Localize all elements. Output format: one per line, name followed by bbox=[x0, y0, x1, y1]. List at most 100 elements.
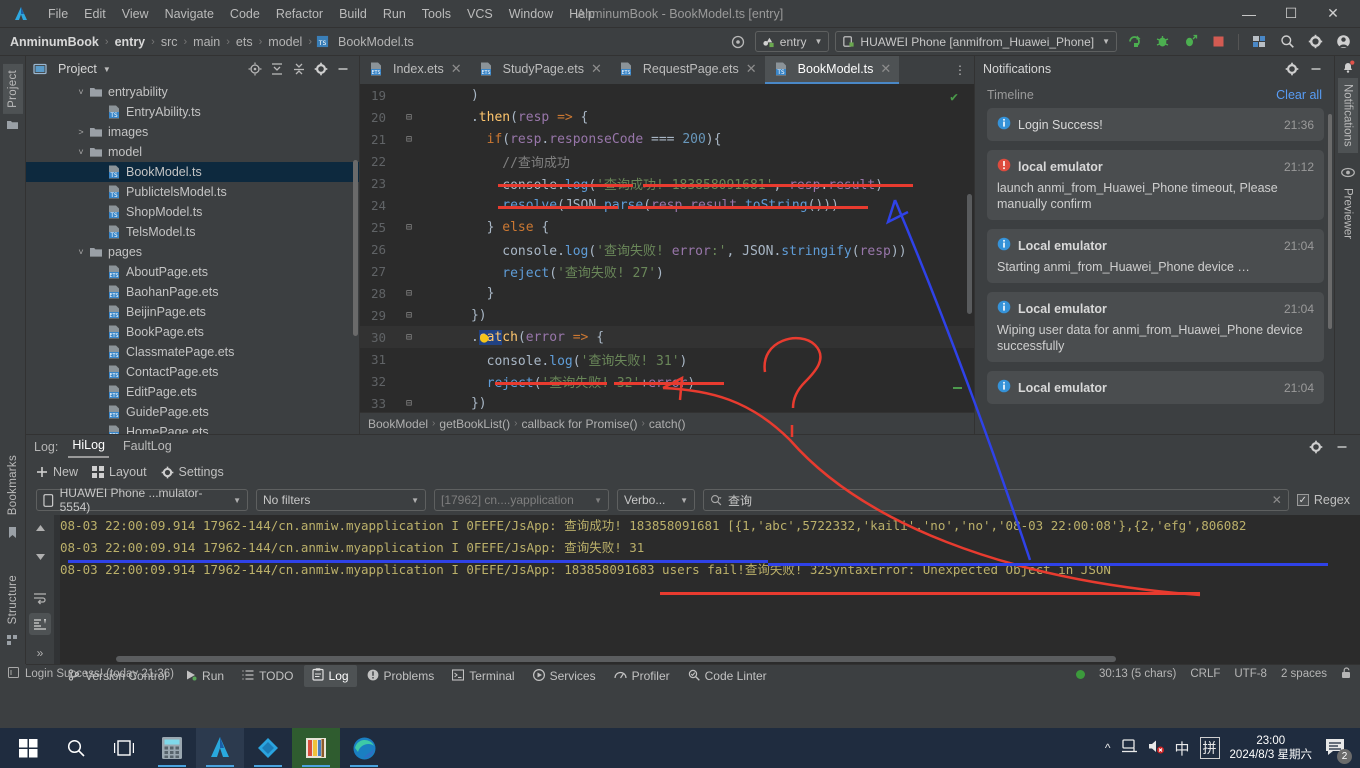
process-select[interactable]: [17962] cn....yapplication ▼ bbox=[434, 489, 609, 511]
log-settings-button[interactable]: Settings bbox=[161, 465, 224, 479]
breadcrumb-main[interactable]: main bbox=[189, 34, 224, 50]
fold-gutter[interactable]: ⊟ bbox=[394, 112, 424, 123]
breadcrumb-project[interactable]: AnminumBook bbox=[6, 34, 103, 50]
gear-icon[interactable] bbox=[311, 59, 331, 79]
run-config-selector[interactable]: entry ▼ bbox=[754, 31, 830, 52]
tree-item-entryability-ts[interactable]: TS EntryAbility.ts bbox=[26, 102, 359, 122]
right-tab-notifications[interactable]: Notifications bbox=[1337, 78, 1358, 153]
code-line[interactable]: 29 ⊟ }) bbox=[360, 304, 974, 326]
notification-list[interactable]: Login Success! 21:36 local emulator 21:12 la… bbox=[975, 108, 1334, 434]
code-line[interactable]: 21 ⊟ if(resp.responseCode === 200){ bbox=[360, 128, 974, 150]
tree-item-model[interactable]: ˅ model bbox=[26, 142, 359, 162]
tool-window-terminal[interactable]: Terminal bbox=[444, 666, 522, 687]
sidebar-tab-structure[interactable]: Structure bbox=[3, 569, 23, 630]
log-search-input[interactable]: 查询 ✕ bbox=[703, 489, 1289, 511]
code-line[interactable]: 31 console.log('查询失败! 31') bbox=[360, 348, 974, 370]
fold-gutter[interactable]: ⊟ bbox=[394, 222, 424, 233]
code-line[interactable]: 20 ⊟ .then(resp => { bbox=[360, 106, 974, 128]
soft-wrap-icon[interactable] bbox=[29, 588, 51, 609]
run-icon[interactable] bbox=[1123, 31, 1145, 53]
close-icon[interactable]: ✕ bbox=[746, 61, 757, 77]
tree-item-entryability[interactable]: ˅ entryability bbox=[26, 82, 359, 102]
log-horizontal-scrollbar[interactable] bbox=[116, 656, 1116, 662]
app-blue-icon[interactable] bbox=[244, 728, 292, 768]
notification-card[interactable]: Local emulator 21:04 Starting anmi_from_Hu… bbox=[987, 229, 1324, 283]
minimize-button[interactable]: — bbox=[1228, 0, 1270, 27]
expand-all-icon[interactable] bbox=[267, 59, 287, 79]
editor-breadcrumb-class[interactable]: BookModel bbox=[368, 417, 428, 431]
minimize-panel-icon[interactable] bbox=[1332, 437, 1352, 457]
project-tree[interactable]: ˅ entryability TS EntryAbility.ts ˃ images ˅ mo… bbox=[26, 82, 359, 434]
layout-button[interactable]: Layout bbox=[92, 465, 147, 479]
account-icon[interactable] bbox=[1332, 31, 1354, 53]
clear-search-icon[interactable]: ✕ bbox=[1272, 493, 1282, 507]
editor-breadcrumb-method[interactable]: getBookList() bbox=[439, 417, 510, 431]
scroll-up-icon[interactable] bbox=[29, 519, 51, 540]
tree-scrollbar[interactable] bbox=[353, 160, 358, 336]
expand-icon[interactable]: » bbox=[29, 643, 51, 664]
search-icon[interactable] bbox=[1276, 31, 1298, 53]
breadcrumb-file[interactable]: BookModel.ts bbox=[334, 34, 418, 50]
code-line[interactable]: 27 reject('查询失败! 27') bbox=[360, 260, 974, 282]
tool-window-todo[interactable]: TODO bbox=[234, 666, 301, 687]
menu-code[interactable]: Code bbox=[222, 4, 268, 24]
indent-setting[interactable]: 2 spaces bbox=[1281, 668, 1327, 680]
menu-window[interactable]: Window bbox=[501, 4, 561, 24]
scroll-down-icon[interactable] bbox=[29, 544, 51, 565]
debug-icon[interactable] bbox=[1151, 31, 1173, 53]
tree-expand-arrow-icon[interactable]: ˅ bbox=[74, 147, 88, 157]
status-message[interactable]: Login Success! (today 21:36) bbox=[25, 668, 174, 680]
notification-card[interactable]: Login Success! 21:36 bbox=[987, 108, 1324, 141]
right-tab-previewer[interactable]: Previewer bbox=[1338, 182, 1358, 245]
code-line[interactable]: 22 //查询成功 bbox=[360, 150, 974, 172]
tree-item-pages[interactable]: ˅ pages bbox=[26, 242, 359, 262]
tree-item-publictelsmodel-ts[interactable]: TS PublictelsModel.ts bbox=[26, 182, 359, 202]
gear-icon[interactable] bbox=[1306, 437, 1326, 457]
menu-vcs[interactable]: VCS bbox=[459, 4, 501, 24]
maximize-button[interactable]: ☐ bbox=[1270, 0, 1312, 27]
filters-select[interactable]: No filters ▼ bbox=[256, 489, 426, 511]
tree-item-homepage-ets[interactable]: ETS HomePage.ets bbox=[26, 422, 359, 434]
tab-faultlog[interactable]: FaultLog bbox=[119, 437, 176, 457]
file-encoding[interactable]: UTF-8 bbox=[1234, 668, 1267, 680]
ime-language-indicator[interactable]: 中 bbox=[1175, 738, 1190, 759]
close-icon[interactable]: ✕ bbox=[451, 61, 462, 77]
search-icon[interactable] bbox=[52, 728, 100, 768]
editor-tab-index-ets[interactable]: ETS Index.ets ✕ bbox=[360, 56, 470, 84]
code-line[interactable]: 28 ⊟ } bbox=[360, 282, 974, 304]
fold-gutter[interactable]: ⊟ bbox=[394, 398, 424, 409]
sidebar-tab-project[interactable]: Project bbox=[2, 64, 23, 114]
menu-file[interactable]: File bbox=[40, 4, 76, 24]
tree-item-shopmodel-ts[interactable]: TS ShopModel.ts bbox=[26, 202, 359, 222]
tree-item-guidepage-ets[interactable]: ETS GuidePage.ets bbox=[26, 402, 359, 422]
chevron-down-icon[interactable]: ▼ bbox=[103, 65, 111, 74]
clear-all-button[interactable]: Clear all bbox=[1276, 88, 1322, 102]
tool-window-log[interactable]: Log bbox=[303, 665, 357, 687]
notification-card[interactable]: Local emulator 21:04 bbox=[987, 371, 1324, 404]
sidebar-tab-bookmarks[interactable]: Bookmarks bbox=[3, 449, 23, 521]
breadcrumb-ets[interactable]: ets bbox=[232, 34, 257, 50]
editor-tab-overflow-icon[interactable]: ⋮ bbox=[946, 56, 974, 84]
edge-icon[interactable] bbox=[340, 728, 388, 768]
fold-gutter[interactable]: ⊟ bbox=[394, 332, 424, 343]
tool-window-run[interactable]: Run bbox=[177, 666, 232, 687]
regex-toggle[interactable]: ✓ Regex bbox=[1296, 493, 1350, 507]
breadcrumb-src[interactable]: src bbox=[157, 34, 182, 50]
breadcrumb-model[interactable]: model bbox=[264, 34, 306, 50]
tree-item-contactpage-ets[interactable]: ETS ContactPage.ets bbox=[26, 362, 359, 382]
menu-edit[interactable]: Edit bbox=[76, 4, 114, 24]
code-line[interactable]: 30 ⊟ ● .catch(error => { bbox=[360, 326, 974, 348]
menu-refactor[interactable]: Refactor bbox=[268, 4, 331, 24]
editor-tab-studypage-ets[interactable]: ETS StudyPage.ets ✕ bbox=[470, 56, 610, 84]
caret-position[interactable]: 30:13 (5 chars) bbox=[1099, 668, 1176, 680]
locate-icon[interactable] bbox=[245, 59, 265, 79]
task-view-icon[interactable] bbox=[100, 728, 148, 768]
tree-expand-arrow-icon[interactable]: ˃ bbox=[74, 127, 88, 137]
menu-run[interactable]: Run bbox=[375, 4, 414, 24]
editor-tab-bookmodel-ts[interactable]: TS BookModel.ts ✕ bbox=[764, 56, 900, 84]
gear-icon[interactable] bbox=[1304, 31, 1326, 53]
chevron-up-icon[interactable]: ^ bbox=[1105, 741, 1111, 755]
device-selector[interactable]: HUAWEI Phone [anmifrom_Huawei_Phone] ▼ bbox=[835, 31, 1117, 52]
code-line[interactable]: 23 console.log('查询成功! 183858091681', res… bbox=[360, 172, 974, 194]
scroll-to-end-icon[interactable] bbox=[29, 613, 51, 635]
